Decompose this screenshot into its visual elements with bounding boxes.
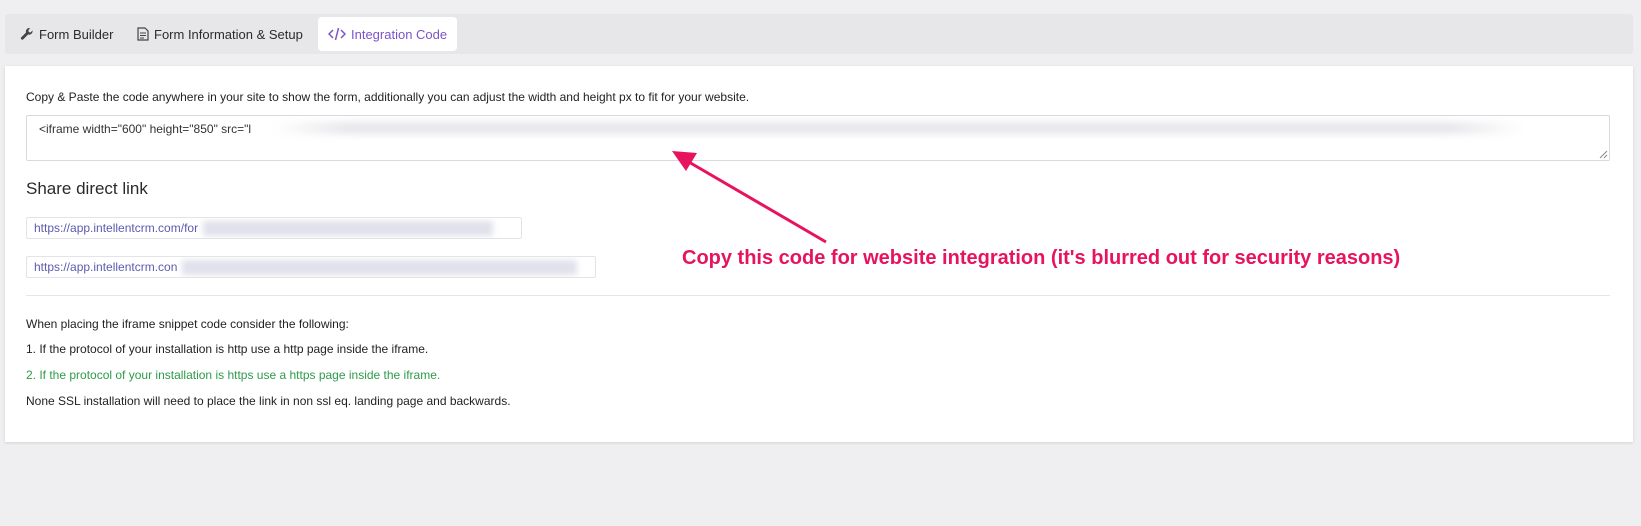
direct-link-text: https://app.intellentcrm.com/for xyxy=(34,221,199,235)
tab-bar: Form Builder Form Information & Setup In… xyxy=(5,14,1633,54)
iframe-notes-heading: When placing the iframe snippet code con… xyxy=(26,317,349,331)
link-blur-overlay xyxy=(182,260,577,275)
direct-link-field-1[interactable]: https://app.intellentcrm.com/for xyxy=(26,217,522,239)
tab-label: Integration Code xyxy=(351,26,448,42)
iframe-note-http: 1. If the protocol of your installation … xyxy=(26,342,429,356)
section-divider xyxy=(26,295,1610,296)
tab-integration-code[interactable]: Integration Code xyxy=(318,17,458,51)
tab-label: Form Builder xyxy=(39,26,114,42)
iframe-note-ssl: None SSL installation will need to place… xyxy=(26,394,511,408)
resize-handle-icon[interactable] xyxy=(1598,149,1608,159)
integration-instructions: Copy & Paste the code anywhere in your s… xyxy=(26,90,750,104)
code-blur-overlay xyxy=(273,122,1523,134)
document-icon xyxy=(137,27,149,41)
iframe-note-https: 2. If the protocol of your installation … xyxy=(26,368,441,382)
tab-form-builder[interactable]: Form Builder xyxy=(12,17,121,51)
link-blur-overlay xyxy=(203,221,493,236)
annotation-callout: Copy this code for website integration (… xyxy=(682,247,1401,269)
tab-label: Form Information & Setup xyxy=(154,26,303,42)
direct-link-text: https://app.intellentcrm.con xyxy=(34,260,178,274)
code-icon xyxy=(328,27,346,41)
direct-link-field-2[interactable]: https://app.intellentcrm.con xyxy=(26,256,596,278)
share-direct-link-heading: Share direct link xyxy=(26,179,148,198)
tab-form-information-setup[interactable]: Form Information & Setup xyxy=(129,17,311,51)
wrench-icon xyxy=(20,27,34,41)
